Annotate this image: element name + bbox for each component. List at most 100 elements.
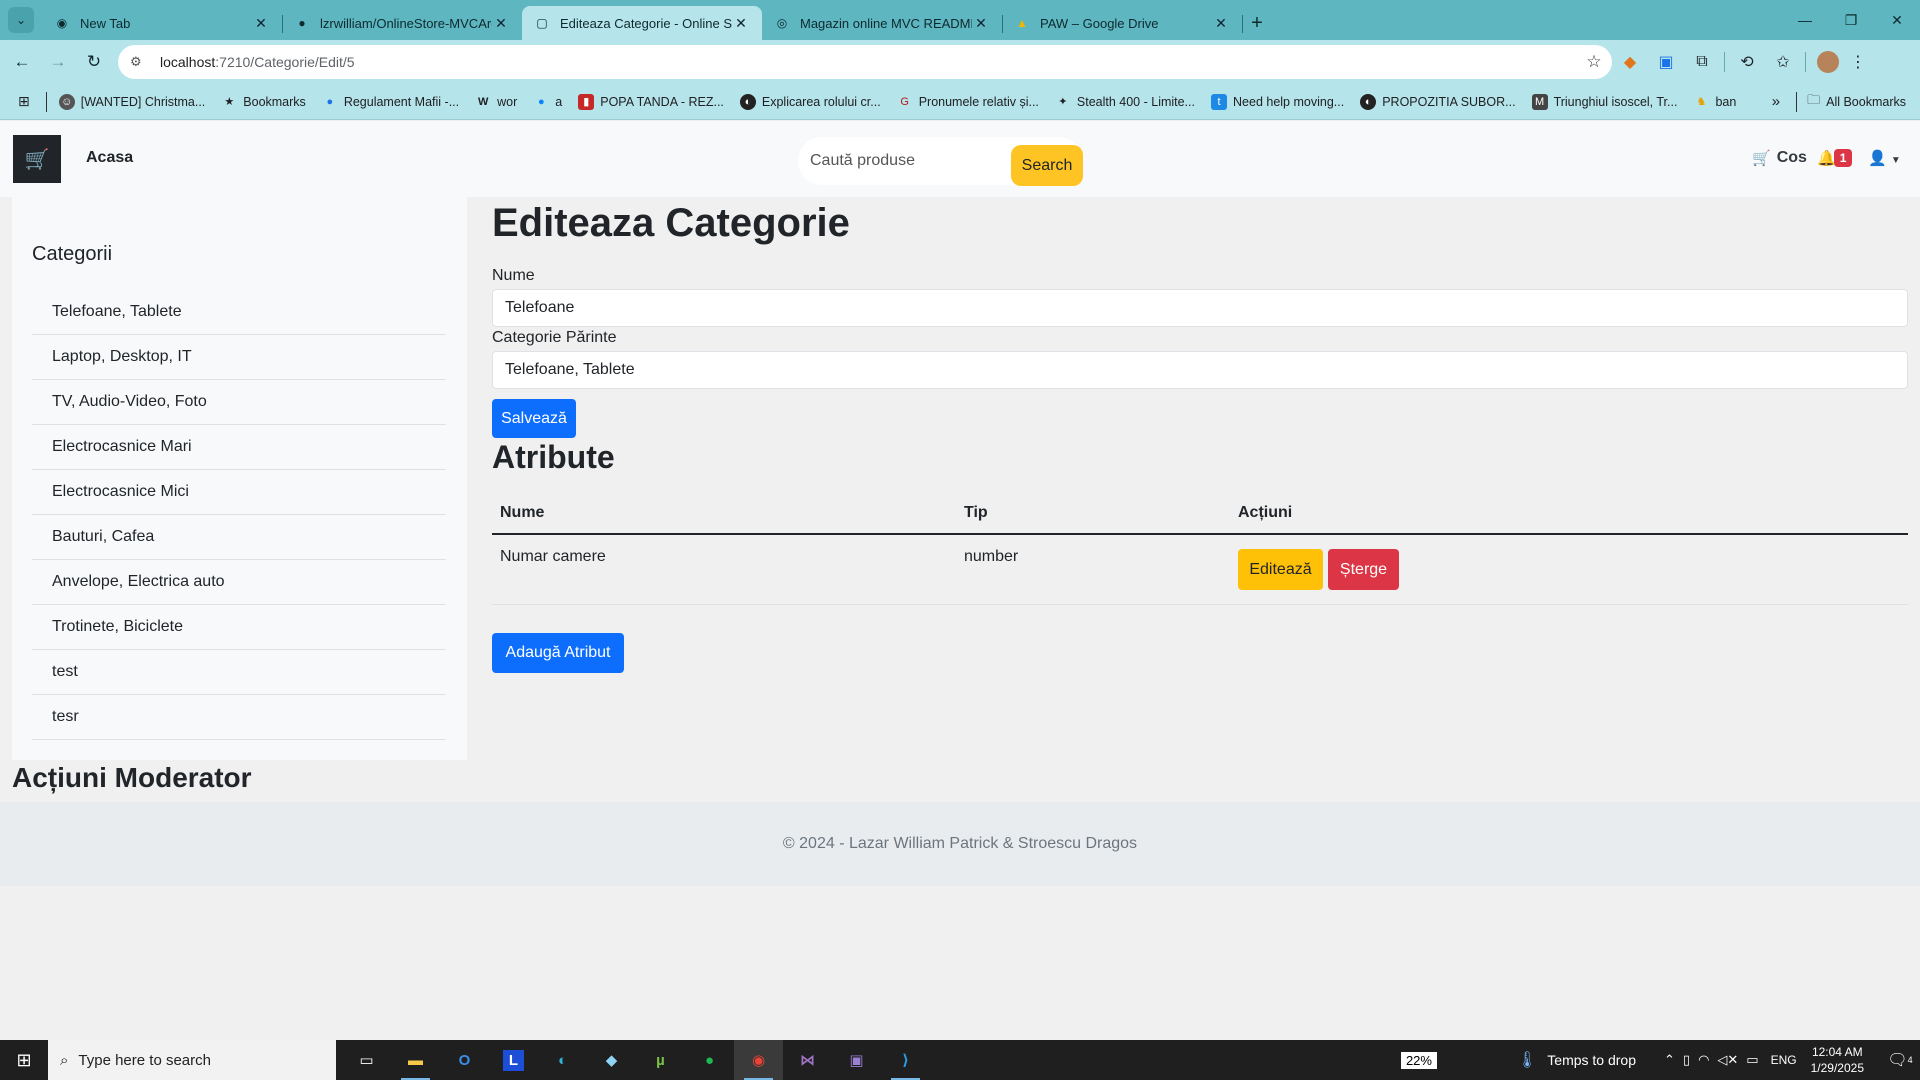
shopping-cart-logo-icon[interactable]: 🛒 <box>13 135 61 183</box>
category-item[interactable]: Bauturi, Cafea <box>32 515 446 560</box>
close-window-icon[interactable]: ✕ <box>1874 0 1920 40</box>
reload-icon[interactable]: ↻ <box>76 52 112 72</box>
utorrent-icon[interactable]: µ <box>636 1040 685 1080</box>
all-bookmarks-button[interactable]: 🗀 All Bookmarks <box>1807 91 1920 113</box>
delete-attribute-button[interactable]: Șterge <box>1328 549 1399 590</box>
new-tab-button[interactable]: + <box>1242 6 1272 40</box>
bookmark-item[interactable]: ◐ PROPOZITIA SUBOR... <box>1352 93 1523 110</box>
bookmark-item[interactable]: ● Regulament Mafii -... <box>314 94 467 110</box>
clock[interactable]: 12:04 AM 1/29/2025 <box>1811 1044 1864 1076</box>
bookmark-item[interactable]: ☺ [WANTED] Christma... <box>51 93 214 110</box>
bookmark-item[interactable]: t Need help moving... <box>1203 93 1352 110</box>
translate-extension-icon[interactable]: ▣ <box>1648 52 1684 72</box>
tab-readme[interactable]: ◎ Magazin online MVC README ✕ <box>762 6 1003 40</box>
windows-start-icon[interactable]: ⊞ <box>0 1040 48 1080</box>
bookmark-item[interactable]: Wwor <box>467 94 525 110</box>
outlook-icon[interactable]: O <box>440 1040 489 1080</box>
minimize-icon[interactable]: — <box>1782 0 1828 40</box>
bookmark-item[interactable]: ▮ POPA TANDA - REZ... <box>570 93 732 110</box>
edge-icon[interactable]: ◐ <box>538 1040 587 1080</box>
extensions-icon[interactable]: ⧉ <box>1684 53 1720 71</box>
tab-new-tab[interactable]: ◉ New Tab ✕ <box>42 6 283 40</box>
forward-icon[interactable]: → <box>40 52 76 72</box>
bookmark-favicon: t <box>1211 93 1228 110</box>
app-l-icon[interactable]: L <box>489 1040 538 1080</box>
menu-icon[interactable]: ⋮ <box>1846 52 1870 72</box>
taskbar-search[interactable]: ⌕ Type here to search <box>48 1040 336 1080</box>
battery-icon[interactable]: ▭ <box>1746 1052 1758 1068</box>
bookmark-item[interactable]: ♞ ban <box>1685 94 1744 110</box>
category-item[interactable]: test <box>32 650 446 695</box>
column-header-name: Nume <box>500 504 545 521</box>
close-icon[interactable]: ✕ <box>972 15 990 32</box>
edit-attribute-button[interactable]: Editează <box>1238 549 1323 590</box>
bookmark-item[interactable]: ● a <box>525 94 570 110</box>
task-view-icon[interactable]: ▭ <box>342 1040 391 1080</box>
user-menu-dropdown[interactable]: 👤 ▼ <box>1868 149 1901 167</box>
file-explorer-icon[interactable]: ▬ <box>391 1040 440 1080</box>
device-icon[interactable]: ▯ <box>1683 1052 1690 1068</box>
metamask-extension-icon[interactable]: ◆ <box>1612 52 1648 72</box>
chevron-right-icon[interactable]: » <box>1760 93 1792 110</box>
favorites-icon[interactable]: ✩ <box>1765 52 1801 72</box>
category-item[interactable]: Electrocasnice Mari <box>32 425 446 470</box>
bookmark-label: Stealth 400 - Limite... <box>1076 94 1196 109</box>
terminal-icon[interactable]: ▣ <box>832 1040 881 1080</box>
bookmark-star-icon[interactable]: ☆ <box>1576 52 1612 72</box>
close-icon[interactable]: ✕ <box>252 15 270 32</box>
notification-center-icon[interactable]: 🗨 4 <box>1880 1040 1920 1080</box>
category-item[interactable]: tesr <box>32 695 446 740</box>
search-button[interactable]: Search <box>1011 145 1083 186</box>
visual-studio-icon[interactable]: ⋈ <box>783 1040 832 1080</box>
windows-taskbar: ⊞ ⌕ Type here to search ▭ ▬ O L ◐ ◆ µ ● … <box>0 1040 1920 1080</box>
tab-search-button[interactable]: ⌄ <box>8 7 34 33</box>
notification-count: 4 <box>1907 1055 1913 1065</box>
tab-github[interactable]: ● lzrwilliam/OnlineStore-MVCArch ✕ <box>282 6 523 40</box>
wifi-icon[interactable]: ◠ <box>1698 1052 1709 1068</box>
chrome-taskbar-icon[interactable]: ◉ <box>734 1040 783 1080</box>
notifications-button[interactable]: 🔔 1 <box>1817 149 1853 167</box>
history-icon[interactable]: ⟲ <box>1729 52 1765 72</box>
restore-icon[interactable]: ❐ <box>1828 0 1874 40</box>
vscode-icon[interactable]: ⟩ <box>881 1040 930 1080</box>
site-info-icon[interactable]: ⚙ <box>130 54 150 70</box>
back-icon[interactable]: ← <box>4 52 40 72</box>
battery-indicator[interactable]: 22% <box>1400 1051 1437 1069</box>
page-icon: ▢ <box>536 16 548 30</box>
category-item[interactable]: Anvelope, Electrica auto <box>32 560 446 605</box>
save-button[interactable]: Salvează <box>492 399 576 438</box>
cart-link[interactable]: 🛒 Cos <box>1752 149 1807 167</box>
close-icon[interactable]: ✕ <box>732 15 750 32</box>
category-item[interactable]: Laptop, Desktop, IT <box>32 335 446 380</box>
bookmark-item[interactable]: ✦ Stealth 400 - Limite... <box>1047 94 1203 110</box>
spotify-icon[interactable]: ● <box>685 1040 734 1080</box>
category-item[interactable]: Electrocasnice Mici <box>32 470 446 515</box>
profile-avatar[interactable] <box>1817 51 1839 73</box>
category-item[interactable]: Trotinete, Biciclete <box>32 605 446 650</box>
url-text[interactable]: localhost:7210/Categorie/Edit/5 <box>160 54 1576 70</box>
apps-icon[interactable]: ⊞ <box>0 93 42 110</box>
tab-google-drive[interactable]: ▲ PAW – Google Drive ✕ <box>1002 6 1243 40</box>
input-language[interactable]: ENG <box>1771 1053 1797 1067</box>
drive-icon: ▲ <box>1016 16 1028 30</box>
site-navbar: 🛒 Acasa Search 🛒 Cos 🔔1 👤 ▼ <box>0 121 1920 197</box>
address-bar[interactable]: ⚙ localhost:7210/Categorie/Edit/5 ☆ <box>118 45 1612 79</box>
bookmark-item[interactable]: ◐ Explicarea rolului cr... <box>732 93 889 110</box>
bookmark-item[interactable]: ★ Bookmarks <box>213 94 314 110</box>
speaker-muted-icon[interactable]: ◁✕ <box>1717 1052 1738 1068</box>
tab-editeaza-categorie[interactable]: ▢ Editeaza Categorie - Online Store ✕ <box>522 6 762 40</box>
bookmark-item[interactable]: M Triunghiul isoscel, Tr... <box>1524 93 1686 110</box>
close-icon[interactable]: ✕ <box>492 15 510 32</box>
parent-category-select[interactable]: Telefoane, Tablete <box>492 351 1908 389</box>
add-attribute-button[interactable]: Adaugă Atribut <box>492 633 624 673</box>
name-input[interactable]: Telefoane <box>492 289 1908 327</box>
nav-home-link[interactable]: Acasa <box>86 149 133 167</box>
category-item[interactable]: Telefoane, Tablete <box>32 290 446 335</box>
search-input[interactable] <box>810 152 1010 170</box>
chevron-up-icon[interactable]: ⌃ <box>1664 1052 1675 1068</box>
category-item[interactable]: TV, Audio-Video, Foto <box>32 380 446 425</box>
bookmark-item[interactable]: G Pronumele relativ și... <box>889 94 1047 110</box>
weather-widget[interactable]: 🌡 Temps to drop <box>1517 1050 1636 1070</box>
notepad-icon[interactable]: ◆ <box>587 1040 636 1080</box>
close-icon[interactable]: ✕ <box>1212 15 1230 32</box>
